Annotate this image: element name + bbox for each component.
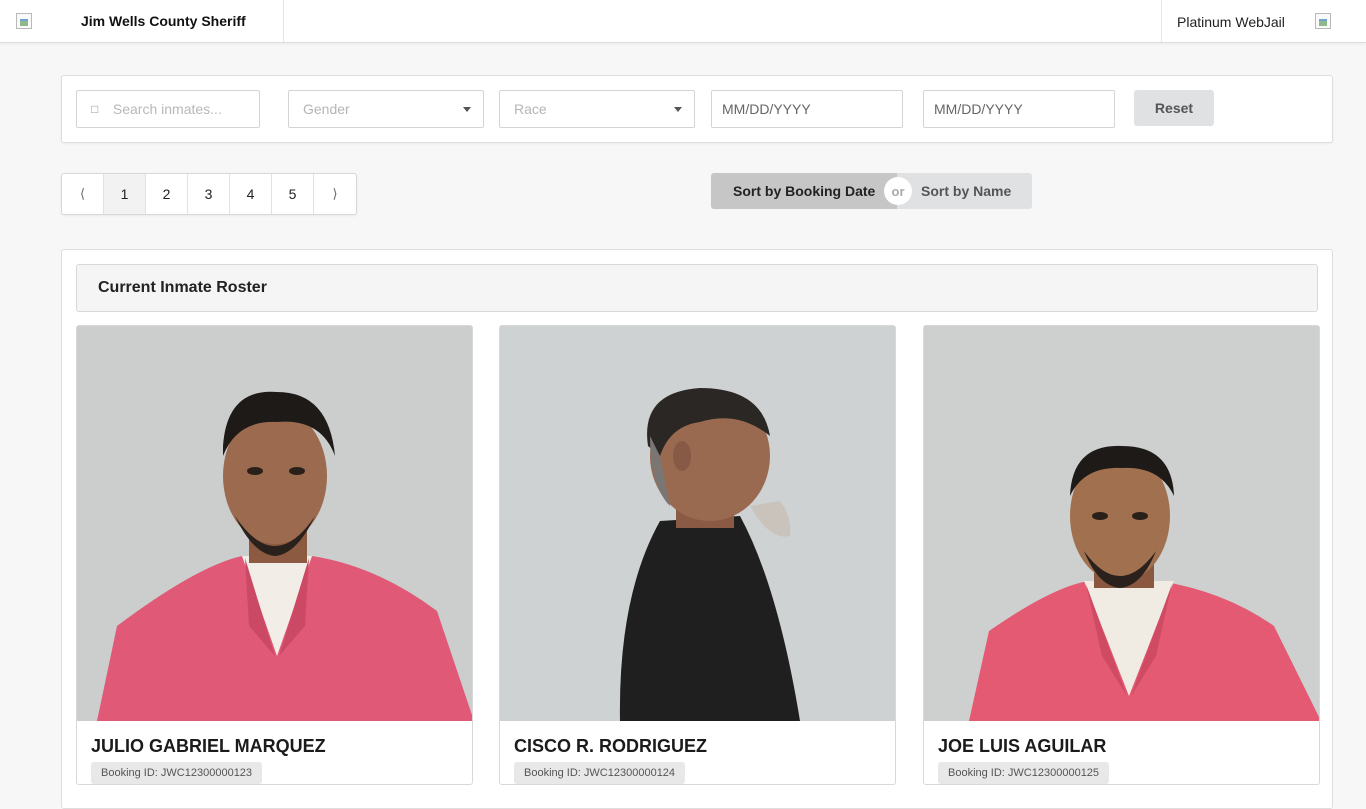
divider [1161, 0, 1162, 42]
product-logo-image[interactable] [1315, 13, 1331, 29]
inmate-card[interactable]: JULIO GABRIEL MARQUEZ Booking ID: JWC123… [76, 325, 473, 785]
date-from-input[interactable] [722, 101, 902, 117]
sort-by-name-button[interactable]: Sort by Name [897, 173, 1032, 209]
caret-down-icon [674, 106, 682, 112]
roster-panel: Current Inmate Roster JULIO GABRIEL MARQ… [61, 249, 1333, 809]
booking-id-badge: Booking ID: JWC12300000124 [514, 762, 686, 784]
inmate-name[interactable]: CISCO R. RODRIGUEZ [514, 736, 707, 757]
date-to-input[interactable] [934, 101, 1114, 117]
booking-id-badge: Booking ID: JWC12300000125 [938, 762, 1110, 784]
gender-select-placeholder: Gender [303, 101, 350, 117]
page-button-2[interactable]: 2 [146, 174, 188, 214]
broken-image-icon [1315, 13, 1331, 29]
agency-name[interactable]: Jim Wells County Sheriff [81, 13, 246, 29]
inmate-name[interactable]: JOE LUIS AGUILAR [938, 736, 1106, 757]
sort-by-booking-date-button[interactable]: Sort by Booking Date [711, 173, 897, 209]
page-button-1[interactable]: 1 [104, 174, 146, 214]
race-select-placeholder: Race [514, 101, 547, 117]
next-page-button[interactable]: ⟩ [314, 174, 356, 214]
page-button-4[interactable]: 4 [230, 174, 272, 214]
pagination: ⟨ 1 2 3 4 5 ⟩ [61, 173, 357, 215]
date-to-field[interactable] [923, 90, 1115, 128]
race-select[interactable]: Race [499, 90, 695, 128]
inmate-card[interactable]: CISCO R. RODRIGUEZ Booking ID: JWC123000… [499, 325, 896, 785]
booking-id-badge: Booking ID: JWC12300000123 [91, 762, 263, 784]
or-separator: or [884, 177, 912, 205]
divider [283, 0, 284, 42]
mugshot-photo[interactable] [500, 326, 895, 721]
date-from-field[interactable] [711, 90, 903, 128]
page-button-5[interactable]: 5 [272, 174, 314, 214]
product-name-link[interactable]: Platinum WebJail [1177, 14, 1285, 30]
prev-page-button[interactable]: ⟨ [62, 174, 104, 214]
filter-bar: □ Gender Race Reset [61, 75, 1333, 143]
sort-toggle: Sort by Booking Date Sort by Name or [711, 173, 1032, 209]
page-button-3[interactable]: 3 [188, 174, 230, 214]
search-icon: □ [91, 102, 99, 116]
search-input[interactable] [112, 101, 259, 117]
top-navbar: Jim Wells County Sheriff Platinum WebJai… [0, 0, 1366, 43]
mugshot-photo[interactable] [77, 326, 472, 721]
mugshot-photo[interactable] [924, 326, 1319, 721]
gender-select[interactable]: Gender [288, 90, 484, 128]
inmate-card[interactable]: JOE LUIS AGUILAR Booking ID: JWC12300000… [923, 325, 1320, 785]
reset-button[interactable]: Reset [1134, 90, 1214, 126]
search-field[interactable]: □ [76, 90, 260, 128]
agency-logo-image[interactable] [16, 13, 32, 29]
inmate-name[interactable]: JULIO GABRIEL MARQUEZ [91, 736, 326, 757]
broken-image-icon [16, 13, 32, 29]
roster-title: Current Inmate Roster [76, 264, 1318, 312]
caret-down-icon [463, 106, 471, 112]
